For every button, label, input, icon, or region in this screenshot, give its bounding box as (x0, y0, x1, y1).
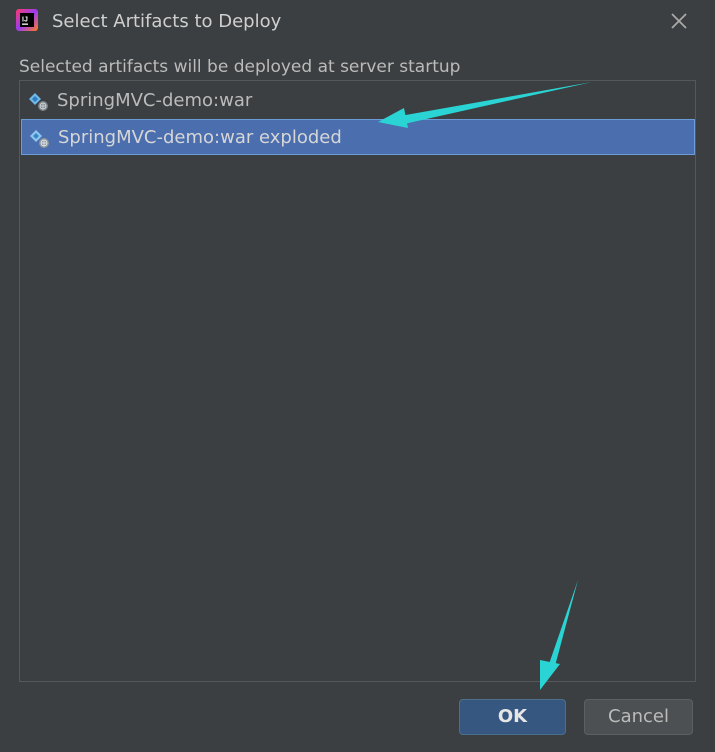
cancel-button[interactable]: Cancel (584, 699, 693, 735)
artifact-list-item-war-exploded[interactable]: SpringMVC-demo:war exploded (21, 119, 695, 155)
ok-button[interactable]: OK (459, 699, 566, 735)
artifact-list-item-war[interactable]: SpringMVC-demo:war (21, 83, 695, 119)
dialog-subtitle: Selected artifacts will be deployed at s… (19, 57, 461, 77)
artifact-war-icon (29, 93, 49, 112)
select-artifacts-dialog: IJ Select Artifacts to Deploy Selected a… (0, 0, 715, 752)
close-icon[interactable] (668, 10, 690, 32)
artifact-label: SpringMVC-demo:war (57, 90, 253, 111)
title-bar: IJ Select Artifacts to Deploy (0, 0, 715, 44)
svg-text:IJ: IJ (22, 17, 28, 24)
artifact-list[interactable]: SpringMVC-demo:war SpringMVC-demo:war ex… (19, 80, 696, 682)
dialog-title: Select Artifacts to Deploy (52, 11, 282, 32)
artifact-label: SpringMVC-demo:war exploded (58, 127, 342, 148)
artifact-war-exploded-icon (30, 130, 50, 149)
intellij-idea-icon: IJ (16, 9, 38, 31)
